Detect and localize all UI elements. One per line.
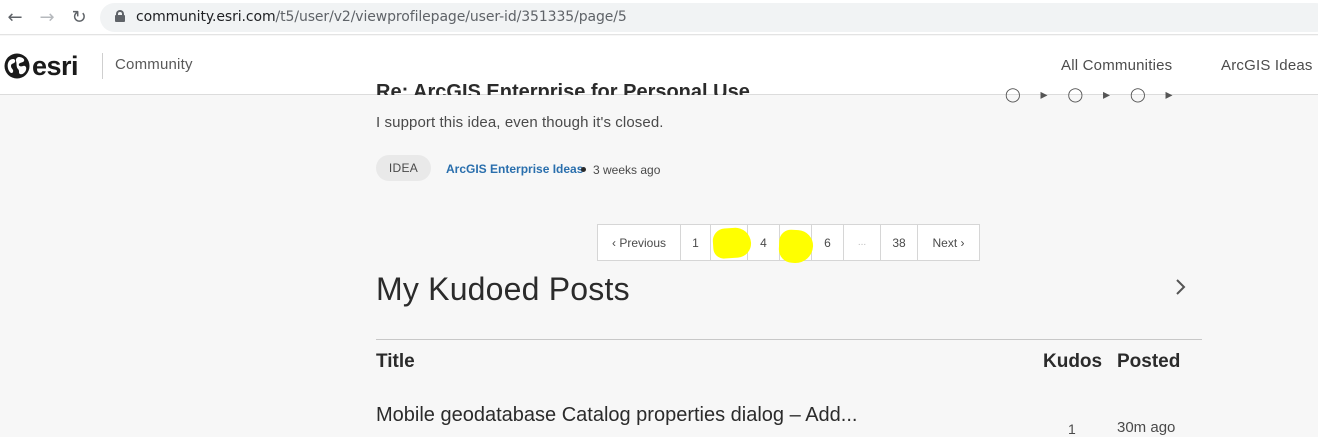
column-header-kudos: Kudos bbox=[1043, 351, 1103, 372]
globe-icon bbox=[4, 53, 30, 79]
page-button-1[interactable]: 1 bbox=[681, 225, 711, 260]
next-page-button[interactable]: Next › bbox=[918, 225, 979, 260]
page-ellipsis: ... bbox=[844, 225, 881, 260]
separator-dot bbox=[581, 167, 586, 172]
reply-title[interactable]: Re: ArcGIS Enterprise for Personal Use bbox=[376, 81, 750, 95]
url-domain: community.esri.com bbox=[136, 9, 276, 25]
reply-body: I support this idea, even though it's cl… bbox=[376, 114, 664, 131]
reply-stats-icons: ◯ ▸ ◯ ▸ ◯ ▸ bbox=[1005, 86, 1181, 102]
page-button-6[interactable]: 6 bbox=[812, 225, 844, 260]
time-ago: 3 weeks ago bbox=[593, 163, 661, 177]
chevron-right-small-icon: › bbox=[957, 235, 965, 250]
previous-label: Previous bbox=[619, 235, 667, 250]
post-title-link[interactable]: Mobile geodatabase Catalog properties di… bbox=[376, 404, 857, 427]
url-path: /t5/user/v2/viewprofilepage/user-id/3513… bbox=[275, 9, 627, 25]
community-label[interactable]: Community bbox=[115, 56, 193, 73]
previous-page-button[interactable]: ‹ Previous bbox=[598, 225, 681, 260]
nav-link-arcgis-ideas[interactable]: ArcGIS Ideas bbox=[1221, 57, 1313, 74]
logo-text: esri bbox=[32, 50, 79, 81]
back-arrow-icon[interactable]: ← bbox=[4, 6, 26, 28]
esri-logo[interactable]: esri bbox=[3, 50, 79, 81]
section-title: My Kudoed Posts bbox=[376, 271, 630, 307]
column-header-posted: Posted bbox=[1117, 351, 1181, 372]
reload-icon[interactable]: ↻ bbox=[68, 6, 90, 28]
post-kudos-count: 1 bbox=[1068, 421, 1076, 437]
section-divider bbox=[376, 339, 1202, 340]
chevron-left-icon: ‹ bbox=[611, 235, 620, 250]
lock-icon[interactable] bbox=[115, 10, 125, 22]
next-label: Next bbox=[932, 235, 958, 250]
browser-toolbar: ← → ↻ community.esri.com/t5/user/v2/view… bbox=[0, 0, 1318, 35]
board-link[interactable]: ArcGIS Enterprise Ideas bbox=[446, 162, 583, 176]
highlight-mark bbox=[711, 226, 753, 260]
header-divider bbox=[102, 53, 103, 79]
page-button-38[interactable]: 38 bbox=[881, 225, 918, 260]
column-header-title: Title bbox=[376, 351, 415, 372]
page-button-4[interactable]: 4 bbox=[748, 225, 780, 260]
forward-arrow-icon[interactable]: → bbox=[36, 6, 58, 28]
url-text[interactable]: community.esri.com/t5/user/v2/viewprofil… bbox=[136, 9, 627, 25]
nav-link-all-communities[interactable]: All Communities bbox=[1061, 57, 1172, 74]
chevron-right-icon[interactable] bbox=[1174, 279, 1188, 295]
idea-tag[interactable]: IDEA bbox=[376, 155, 431, 181]
post-posted-time: 30m ago bbox=[1117, 419, 1176, 436]
